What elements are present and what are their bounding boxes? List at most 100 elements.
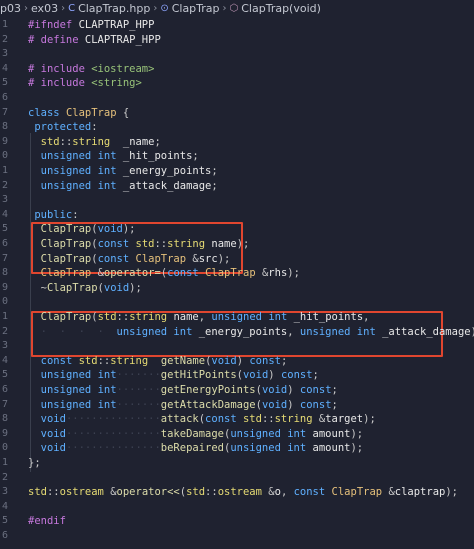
code-token: ··············· <box>65 413 161 426</box>
code-text: protected: <box>28 120 97 135</box>
code-line[interactable]: 1 ClapTrap(std::string name, unsigned in… <box>0 310 474 325</box>
code-line[interactable]: 6 ClapTrap(const std::string name); <box>0 237 474 252</box>
code-token: ~ <box>28 281 47 294</box>
line-number: 1 <box>2 19 9 30</box>
breadcrumb-item-folder[interactable]: p03 <box>0 2 21 15</box>
code-token: ······· <box>116 369 161 382</box>
line-number: 5 <box>2 515 9 527</box>
code-token: ) <box>236 354 250 367</box>
code-token: :: <box>205 486 218 499</box>
code-token: ); <box>350 427 364 440</box>
code-token: unsigned <box>40 369 98 382</box>
code-line[interactable]: 4 public: <box>0 208 474 223</box>
code-line[interactable]: 1}; <box>0 456 474 471</box>
code-line[interactable]: 1 #ifndef CLAPTRAP_HPP <box>0 18 474 33</box>
code-token: void <box>40 442 66 455</box>
code-line[interactable]: 8 ClapTrap &operator=(const ClapTrap &rh… <box>0 266 474 281</box>
code-line[interactable]: 1 unsigned int _energy_points; <box>0 164 474 179</box>
code-line[interactable]: 3 std::ostream &operator<<(std::ostream &… <box>0 485 474 500</box>
code-line[interactable]: 7 unsigned int·······getAttackDamage(voi… <box>0 398 474 413</box>
code-line[interactable]: 4 const std::string getName(void) const; <box>0 354 474 369</box>
code-token: _hit_points <box>122 150 193 163</box>
code-token: :: <box>116 311 130 323</box>
code-text: void···············attack(const std::str… <box>28 412 376 427</box>
line-number: 4 <box>2 500 9 512</box>
code-line[interactable]: 7 class ClapTrap { <box>0 106 474 121</box>
code-token: ); <box>129 281 142 294</box>
code-token: _energy_points <box>122 165 212 177</box>
code-line[interactable]: 2 · · · · unsigned int _energy_points, u… <box>0 325 474 340</box>
code-token: const <box>97 238 136 250</box>
code-text: class ClapTrap { <box>28 106 129 121</box>
code-line[interactable]: 8 protected: <box>0 120 474 135</box>
code-line[interactable]: 2 # define CLAPTRAP_HPP <box>0 33 474 48</box>
code-line[interactable]: 5 unsigned int·······getHitPoints(void) … <box>0 368 474 383</box>
code-token: public <box>28 208 73 221</box>
code-token: , <box>363 311 370 323</box>
code-line[interactable]: 4 <box>0 500 474 515</box>
code-editor[interactable]: 1 #ifndef CLAPTRAP_HPP 2 # define CLAPTRAP_… <box>0 16 474 549</box>
line-number: 2 <box>2 471 9 483</box>
line-number: 8 <box>2 267 9 279</box>
code-line[interactable]: 6 <box>0 91 474 106</box>
code-line[interactable]: 0 void···············beRepaired(unsigned… <box>0 441 474 456</box>
code-token: std <box>78 354 98 367</box>
code-line[interactable]: 2 <box>0 471 474 486</box>
code-token: ostream <box>59 486 111 499</box>
code-text: ClapTrap &operator=(const ClapTrap &rhs)… <box>28 266 300 281</box>
code-token: #ifndef <box>28 19 79 31</box>
code-token: ··············· <box>65 442 161 455</box>
code-text: std::string _name; <box>28 135 161 150</box>
line-number: 6 <box>2 238 9 249</box>
code-text: #ifndef CLAPTRAP_HPP <box>28 18 154 33</box>
line-number: 6 <box>2 384 9 395</box>
code-text: unsigned int _energy_points; <box>28 164 218 179</box>
breadcrumb-item-file[interactable]: ClapTrap.hpp <box>78 2 150 15</box>
line-number: 1 <box>2 165 9 176</box>
code-line[interactable]: 3 <box>0 339 474 354</box>
code-line[interactable]: 7 ClapTrap(const ClapTrap &src); <box>0 252 474 267</box>
code-line[interactable]: 4 # include <iostream> <box>0 62 474 77</box>
code-line[interactable]: 5 # include <string> <box>0 76 474 91</box>
code-token: ; <box>331 384 338 396</box>
code-text: # include <string> <box>28 76 142 91</box>
code-line[interactable]: 9 void···············takeDamage(unsigned… <box>0 427 474 442</box>
code-token: protected <box>28 121 92 134</box>
breadcrumb-item-subfolder[interactable]: ex03 <box>31 2 58 15</box>
code-line[interactable]: 8 void···············attack(const std::s… <box>0 412 474 427</box>
line-number: 7 <box>2 252 9 264</box>
code-line[interactable]: 0 unsigned int _hit_points; <box>0 149 474 164</box>
code-token: std <box>242 413 262 426</box>
code-token: int <box>97 150 123 163</box>
class-symbol-icon: ⊙ <box>160 2 169 14</box>
code-line[interactable]: 9 std::string _name; <box>0 135 474 150</box>
code-line[interactable]: 3 <box>0 193 474 208</box>
code-token: std <box>186 486 206 499</box>
code-token: ); <box>287 267 300 280</box>
code-line[interactable]: 5 #endif <box>0 514 474 529</box>
code-line[interactable]: 2 unsigned int _attack_damage; <box>0 179 474 194</box>
code-line[interactable]: 6 unsigned int·······getEnergyPoints(voi… <box>0 383 474 398</box>
chevron-right-icon: › <box>61 2 66 14</box>
code-line[interactable]: 3 <box>0 47 474 62</box>
line-number: 6 <box>2 530 9 541</box>
line-number: 4 <box>2 354 9 366</box>
line-number: 3 <box>2 194 9 206</box>
code-line[interactable]: 0 <box>0 295 474 310</box>
line-number: 9 <box>2 281 9 293</box>
code-token: getName <box>160 354 206 367</box>
code-line[interactable]: 9 ~ClapTrap(void); <box>0 281 474 296</box>
line-number: 5 <box>2 369 9 381</box>
breadcrumb-item-method[interactable]: ClapTrap(void) <box>241 2 321 15</box>
breadcrumb-item-class[interactable]: ClapTrap <box>172 2 220 15</box>
code-token: amount <box>312 442 351 455</box>
code-line[interactable]: 6 <box>0 529 474 544</box>
code-token: #endif <box>28 515 66 528</box>
code-token: void <box>40 413 66 426</box>
code-token: rhs <box>268 267 288 280</box>
code-line[interactable]: 5 ClapTrap(void); <box>0 222 474 237</box>
